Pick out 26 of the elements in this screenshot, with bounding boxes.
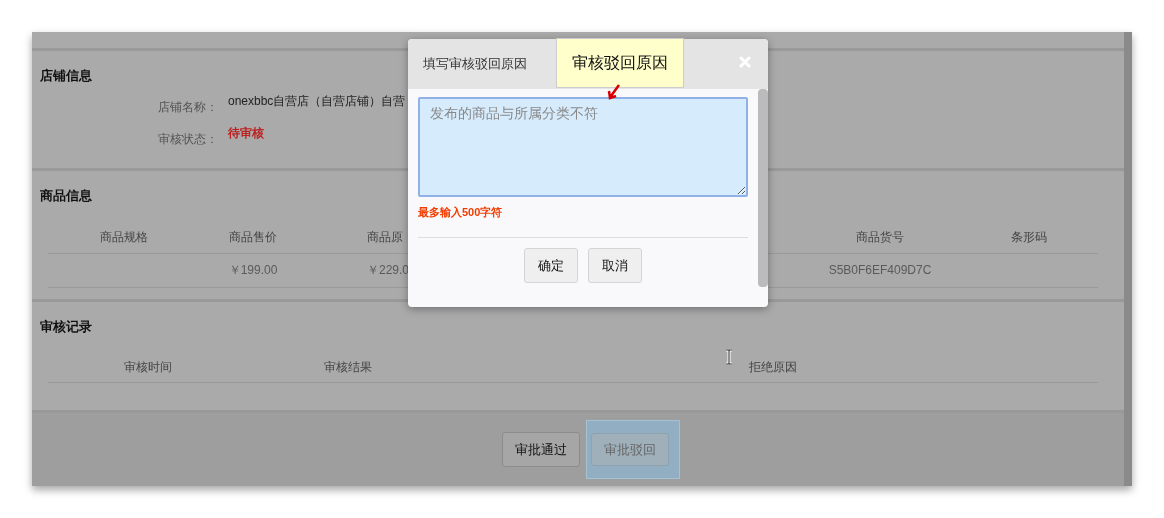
approve-button[interactable]: 审批通过 bbox=[502, 432, 580, 467]
status-text: 待审核 bbox=[228, 125, 264, 142]
column-header: 条形码 bbox=[960, 221, 1098, 254]
column-header: 拒绝原因 bbox=[448, 352, 1098, 383]
column-header: 商品规格 bbox=[48, 221, 200, 254]
close-button[interactable] bbox=[738, 55, 752, 69]
section-title: 店铺信息 bbox=[40, 67, 92, 85]
reason-input[interactable]: 发布的商品与所属分类不符 bbox=[418, 97, 748, 197]
text-cursor-icon bbox=[725, 349, 733, 365]
column-header: 商品货号 bbox=[800, 221, 960, 254]
arrow-icon bbox=[607, 84, 621, 100]
table-cell: S5B0F6EF409D7C bbox=[800, 254, 960, 288]
cancel-button[interactable]: 取消 bbox=[588, 248, 642, 283]
hint-text: 最多输入500字符 bbox=[418, 205, 504, 220]
confirm-button[interactable]: 确定 bbox=[524, 248, 578, 283]
table-cell: ￥199.00 bbox=[200, 254, 306, 288]
section-title: 审核记录 bbox=[40, 318, 92, 336]
column-header: 商品售价 bbox=[200, 221, 306, 254]
field-label: 店铺名称： bbox=[157, 99, 218, 116]
field-value: onexbbc自营店（自营店铺）自营 bbox=[228, 93, 406, 110]
dialog-title: 填写审核驳回原因 bbox=[423, 55, 527, 73]
field-label: 审核状态： bbox=[157, 131, 218, 148]
column-header: 审核时间 bbox=[48, 352, 248, 383]
tooltip: 审核驳回原因 bbox=[556, 38, 684, 88]
column-header: 审核结果 bbox=[248, 352, 448, 383]
section-title: 商品信息 bbox=[40, 187, 92, 205]
